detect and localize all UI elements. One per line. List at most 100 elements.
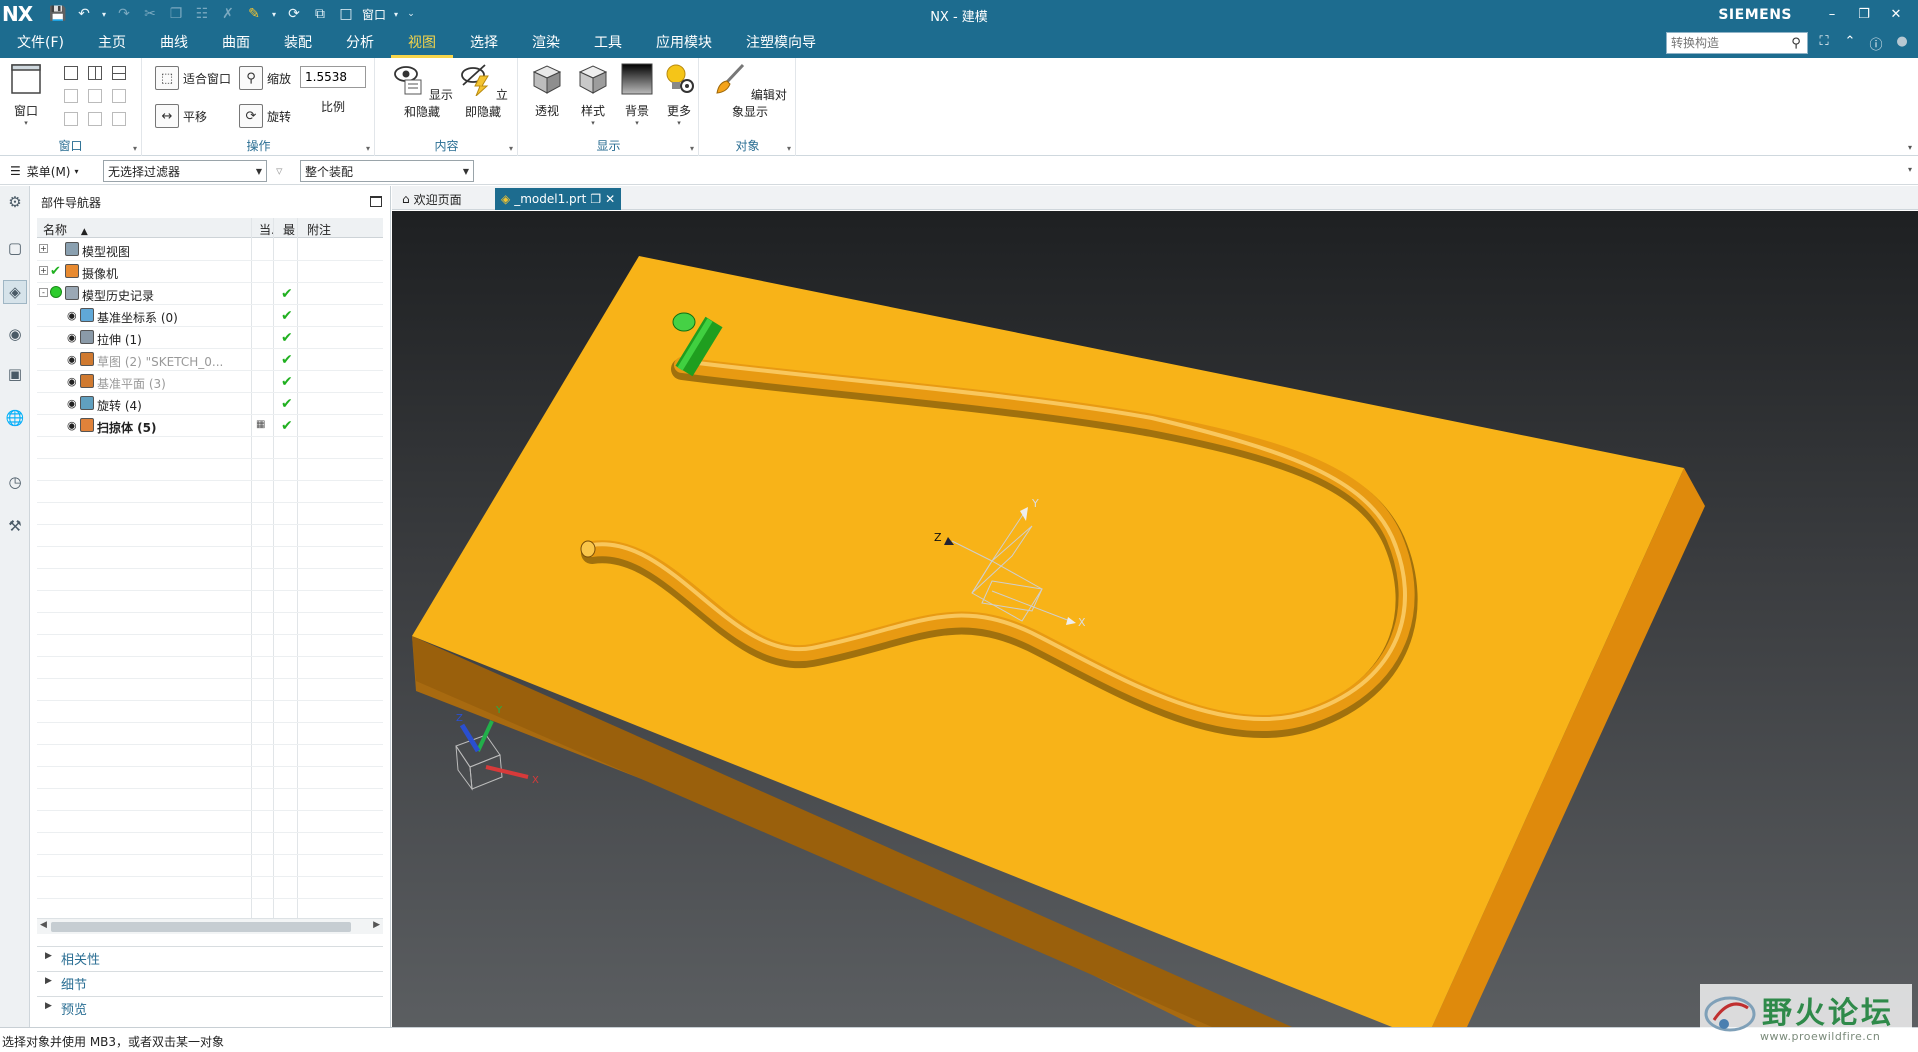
tab-4[interactable]: 装配 xyxy=(267,28,329,58)
tree-row[interactable]: ◉ 旋转 (4) ✔ xyxy=(37,393,383,415)
tree-row[interactable]: ◉ 扫掠体 (5) ▦ ✔ xyxy=(37,415,383,437)
group-expand-icon[interactable]: ▾ xyxy=(366,144,370,153)
tab-0[interactable]: 文件(F) xyxy=(0,28,81,58)
type-filter-combo[interactable]: 无选择过滤器 ▼ xyxy=(103,160,267,182)
note-column-header[interactable]: 附注 xyxy=(307,221,331,238)
background-button[interactable]: 背景 ▾ xyxy=(617,62,657,127)
scale-input[interactable] xyxy=(300,66,366,88)
minimize-icon[interactable]: – xyxy=(1818,3,1846,25)
help-icon[interactable]: ⓘ xyxy=(1866,34,1886,53)
command-finder[interactable]: ⚲ xyxy=(1666,32,1808,54)
group-expand-icon[interactable]: ▾ xyxy=(787,144,791,153)
preview-panel[interactable]: ▶ 预览 xyxy=(37,996,383,1018)
visibility-eye-icon[interactable]: ◉ xyxy=(67,397,77,410)
window-button[interactable]: 窗口 ▾ xyxy=(6,62,46,127)
reuse-library-icon[interactable]: ▣ xyxy=(3,362,27,386)
system-materials-icon[interactable]: ⚒ xyxy=(3,514,27,538)
tree-row[interactable]: - 模型历史记录 ✔ xyxy=(37,283,383,305)
delete-icon[interactable]: ✗ xyxy=(218,4,238,24)
expand-icon[interactable]: + xyxy=(39,244,48,253)
model-view[interactable]: Y Z X Y Z X xyxy=(392,211,1918,1027)
rotate-button[interactable]: ⟳ 旋转 xyxy=(239,104,291,128)
two-view-icon[interactable] xyxy=(88,66,102,80)
scroll-left-icon[interactable]: ◀ xyxy=(40,920,47,930)
cut-icon[interactable]: ✂ xyxy=(140,4,160,24)
tab-8[interactable]: 渲染 xyxy=(515,28,577,58)
tab-3[interactable]: 曲面 xyxy=(205,28,267,58)
tree-row[interactable]: ◉ 基准平面 (3) ✔ xyxy=(37,371,383,393)
brush-dropdown-icon[interactable]: ▾ xyxy=(270,4,278,24)
tab-11[interactable]: 注塑模向导 xyxy=(729,28,833,58)
repeat-command-icon[interactable]: ⟳ xyxy=(284,4,304,24)
graphics-window[interactable]: Y Z X Y Z X xyxy=(392,211,1918,1027)
horizontal-scrollbar[interactable]: ◀ ▶ xyxy=(37,918,383,934)
single-view-icon[interactable] xyxy=(64,66,78,80)
customize-qat-icon[interactable]: ⌄ xyxy=(406,4,416,24)
three-view-icon[interactable] xyxy=(64,112,78,126)
close-icon[interactable]: ✕ xyxy=(1882,3,1910,25)
constraint-navigator-icon[interactable]: ◉ xyxy=(3,322,27,346)
zoom-button[interactable]: ⚲ 缩放 xyxy=(239,66,291,90)
name-column-header[interactable]: 名称 ▲ xyxy=(43,221,88,238)
checkmark-icon[interactable]: ✔ xyxy=(50,264,61,279)
menu-button[interactable]: ☰ 菜单(M) ▾ xyxy=(10,160,79,182)
tree-row[interactable]: ◉ 拉伸 (1) ✔ xyxy=(37,327,383,349)
tree-row[interactable]: ◉ 草图 (2) "SKETCH_0... ✔ xyxy=(37,349,383,371)
scroll-right-icon[interactable]: ▶ xyxy=(373,920,380,930)
visibility-eye-icon[interactable]: ◉ xyxy=(67,309,77,322)
expand-icon[interactable]: + xyxy=(39,266,48,275)
tab-model1[interactable]: ◈ _model1.prt ❐ ✕ xyxy=(495,188,622,210)
four-view-icon[interactable] xyxy=(64,89,78,103)
quad-view-icon[interactable] xyxy=(112,89,126,103)
copy-icon[interactable]: ❐ xyxy=(166,4,186,24)
settings-gear-icon[interactable]: ⚙ xyxy=(3,190,27,214)
show-hide-button[interactable]: 显示和隐藏 xyxy=(390,62,454,120)
collapse-icon[interactable]: - xyxy=(39,288,48,297)
fit-window-button[interactable]: ⬚ 适合窗口 xyxy=(155,66,231,90)
visibility-eye-icon[interactable]: ◉ xyxy=(67,419,77,432)
four-view-alt-icon[interactable] xyxy=(88,89,102,103)
search-icon[interactable]: ⚲ xyxy=(1785,36,1807,51)
maximize-icon[interactable] xyxy=(370,196,382,207)
ribbon-expand-icon[interactable]: ▾ xyxy=(1908,143,1912,152)
group-expand-icon[interactable]: ▾ xyxy=(133,144,137,153)
visibility-eye-icon[interactable]: ◉ xyxy=(67,375,77,388)
window-dropdown-icon[interactable]: ▾ xyxy=(392,4,400,24)
latest-column-header[interactable]: 最 xyxy=(283,221,295,238)
group-expand-icon[interactable]: ▾ xyxy=(690,144,694,153)
three-view-alt-icon[interactable] xyxy=(88,112,102,126)
window-icon[interactable]: □ xyxy=(336,4,356,24)
command-finder-input[interactable] xyxy=(1667,36,1785,50)
pan-button[interactable]: ↔ 平移 xyxy=(155,104,207,128)
group-expand-icon[interactable]: ▾ xyxy=(509,144,513,153)
switch-window-icon[interactable]: ⧉ xyxy=(310,4,330,24)
collapse-ribbon-icon[interactable]: ⌃ xyxy=(1840,34,1860,52)
instant-hide-button[interactable]: 立即隐藏 xyxy=(456,62,510,120)
edit-object-display-button[interactable]: 编辑对象显示 xyxy=(712,62,788,120)
web-browser-icon[interactable]: 🌐 xyxy=(3,406,27,430)
tab-2[interactable]: 曲线 xyxy=(143,28,205,58)
style-button[interactable]: 样式 ▾ xyxy=(573,62,613,127)
tree-row[interactable]: + 模型视图 xyxy=(37,239,383,261)
brush-icon[interactable]: ✎ xyxy=(244,4,264,24)
tab-9[interactable]: 工具 xyxy=(577,28,639,58)
tab-welcome-page[interactable]: ⌂ 欢迎页面 xyxy=(396,188,468,210)
filter-icon[interactable]: ▿ xyxy=(276,160,283,182)
horizontal-view-icon[interactable] xyxy=(112,66,126,80)
perspective-button[interactable]: 透视 xyxy=(527,62,567,119)
tree-row[interactable]: ◉ 基准坐标系 (0) ✔ xyxy=(37,305,383,327)
tab-6[interactable]: 视图 xyxy=(390,28,453,58)
part-navigator-icon[interactable]: ◈ xyxy=(3,280,27,304)
scroll-thumb[interactable] xyxy=(51,922,351,932)
dependencies-panel[interactable]: ▶ 相关性 xyxy=(37,946,383,968)
assembly-navigator-icon[interactable]: ▢ xyxy=(3,236,27,260)
undo-icon[interactable]: ↶ xyxy=(74,4,94,24)
undo-dropdown-icon[interactable]: ▾ xyxy=(100,4,108,24)
tab-1[interactable]: 主页 xyxy=(81,28,143,58)
fullscreen-icon[interactable]: ⛶ xyxy=(1814,34,1834,52)
selection-scope-combo[interactable]: 整个装配 ▼ xyxy=(300,160,474,182)
history-clock-icon[interactable]: ◷ xyxy=(3,470,27,494)
tree-row[interactable]: + ✔ 摄像机 xyxy=(37,261,383,283)
redo-icon[interactable]: ↷ xyxy=(114,4,134,24)
close-tab-icon[interactable]: ✕ xyxy=(605,192,615,206)
